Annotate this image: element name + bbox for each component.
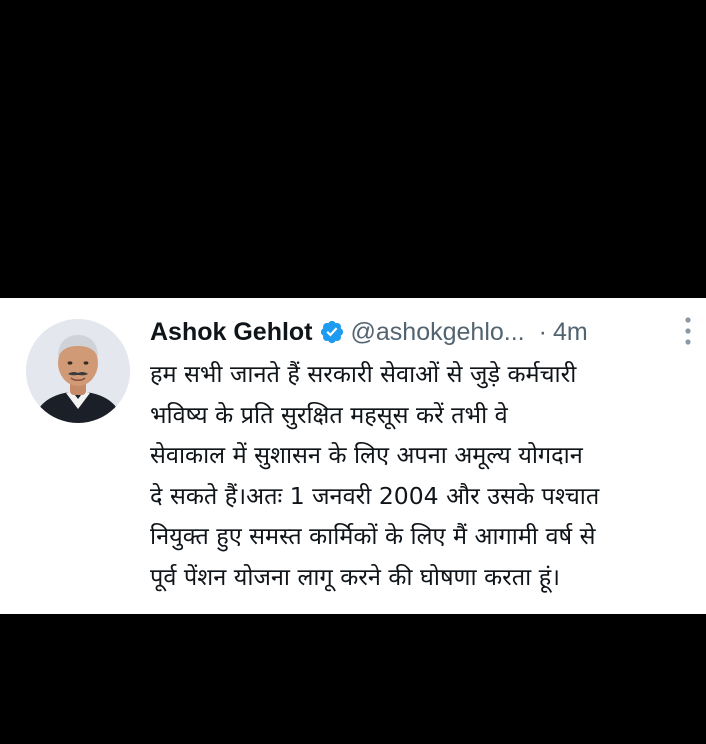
tweet-text-line: सेवाकाल में सुशासन के लिए अपना अमूल्य यो…	[150, 441, 583, 469]
bottom-black-area	[0, 614, 706, 744]
top-black-area	[0, 0, 706, 298]
tweet-text-line: पूर्व पेंशन योजना लागू करने की घोषणा करत…	[150, 562, 561, 591]
more-vertical-icon[interactable]	[684, 316, 692, 346]
verified-badge-icon	[320, 320, 343, 344]
tweet-text: हम सभी जानते हैं सरकारी सेवाओं से जुड़े …	[150, 354, 698, 597]
user-handle[interactable]: @ashokgehlo...	[351, 318, 525, 347]
tweet-text-line: दे सकते हैं।अतः 1 जनवरी 2004 और उसके पश्…	[150, 481, 600, 510]
tweet-card[interactable]: Ashok Gehlot @ashokgehlo... · 4m हम सभी …	[0, 298, 706, 614]
timestamp[interactable]: 4m	[553, 318, 588, 347]
avatar[interactable]	[26, 319, 130, 423]
tweet-body: Ashok Gehlot @ashokgehlo... · 4m हम सभी …	[150, 312, 698, 597]
tweet-text-line: भविष्य के प्रति सुरक्षित महसूस करें तभी …	[150, 400, 508, 429]
tweet-text-line: नियुक्त हुए समस्त कार्मिकों के लिए मैं आ…	[150, 522, 596, 550]
display-name[interactable]: Ashok Gehlot	[150, 318, 313, 347]
separator-dot: ·	[538, 317, 547, 346]
profile-photo-icon	[26, 319, 130, 423]
tweet-text-line: हम सभी जानते हैं सरकारी सेवाओं से जुड़े …	[150, 360, 577, 388]
tweet-header: Ashok Gehlot @ashokgehlo... · 4m	[150, 312, 698, 352]
